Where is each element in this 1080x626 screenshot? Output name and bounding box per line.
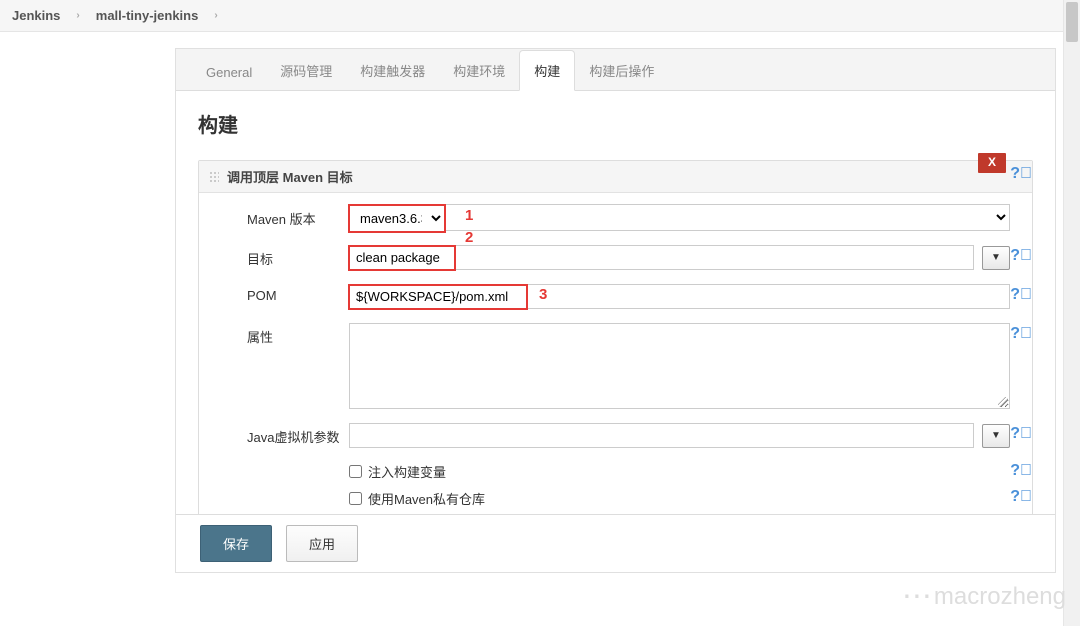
tab-scm[interactable]: 源码管理	[266, 51, 346, 90]
private-repo-input[interactable]	[349, 492, 362, 505]
help-icon[interactable]: ?⃝	[1010, 165, 1032, 183]
goals-label: 目标	[247, 245, 349, 268]
pom-input[interactable]	[349, 284, 1010, 309]
advanced-toggle-button[interactable]: ▼	[982, 246, 1010, 270]
properties-label: 属性	[247, 323, 349, 346]
watermark-text: macrozheng	[934, 583, 1066, 611]
jvm-options-label: Java虚拟机参数	[247, 423, 349, 446]
tab-bar: General 源码管理 构建触发器 构建环境 构建 构建后操作	[176, 49, 1055, 91]
step-title: 调用顶层 Maven 目标	[227, 167, 353, 186]
tab-general[interactable]: General	[192, 55, 266, 90]
annotation-1: 1	[465, 207, 473, 224]
maven-version-select[interactable]: maven3.6.3	[349, 205, 445, 232]
section-title: 构建	[198, 109, 1033, 138]
save-button[interactable]: 保存	[200, 525, 272, 562]
watermark: ⋯ macrozheng	[902, 579, 1066, 614]
help-icon[interactable]: ?⃝	[1010, 462, 1032, 480]
help-icon[interactable]: ?⃝	[1010, 425, 1032, 443]
help-icon[interactable]: ?⃝	[1010, 247, 1032, 265]
inject-build-vars-checkbox[interactable]: 注入构建变量	[349, 462, 1010, 481]
tab-triggers[interactable]: 构建触发器	[346, 51, 439, 90]
delete-step-button[interactable]: X	[978, 153, 1006, 173]
chevron-right-icon: ›	[214, 10, 217, 21]
advanced-toggle-button[interactable]: ▼	[982, 424, 1010, 448]
scrollbar-thumb[interactable]	[1066, 2, 1078, 42]
private-repo-checkbox[interactable]: 使用Maven私有仓库	[349, 489, 1010, 508]
config-panel: General 源码管理 构建触发器 构建环境 构建 构建后操作 构建 ?⃝ X…	[175, 48, 1056, 573]
annotation-3: 3	[539, 286, 547, 303]
tab-build-env[interactable]: 构建环境	[439, 51, 519, 90]
footer-bar: 保存 应用	[176, 514, 1055, 572]
tab-post-build[interactable]: 构建后操作	[575, 51, 668, 90]
help-icon[interactable]: ?⃝	[1010, 488, 1032, 506]
annotation-2: 2	[465, 229, 473, 246]
tab-build[interactable]: 构建	[519, 50, 575, 91]
drag-handle-icon[interactable]	[209, 171, 219, 183]
jvm-options-input[interactable]	[349, 423, 974, 448]
breadcrumb-project[interactable]: mall-tiny-jenkins	[96, 8, 199, 23]
goals-input[interactable]	[349, 245, 974, 270]
step-header[interactable]: 调用顶层 Maven 目标	[199, 161, 1032, 193]
inject-build-vars-label: 注入构建变量	[368, 462, 446, 481]
private-repo-label: 使用Maven私有仓库	[368, 489, 485, 508]
build-section: 构建 ?⃝ X 调用顶层 Maven 目标 Maven 版本 maven3.6.…	[176, 91, 1055, 531]
inject-build-vars-input[interactable]	[349, 465, 362, 478]
breadcrumb-root[interactable]: Jenkins	[12, 8, 60, 23]
breadcrumb: Jenkins › mall-tiny-jenkins ›	[0, 0, 1080, 32]
wechat-icon: ⋯	[902, 579, 926, 614]
help-icon[interactable]: ?⃝	[1010, 325, 1032, 343]
pom-label: POM	[247, 284, 349, 303]
maven-version-select-full[interactable]	[349, 205, 1010, 232]
properties-textarea[interactable]	[349, 323, 1010, 409]
scrollbar[interactable]: ▴	[1063, 0, 1080, 626]
apply-button[interactable]: 应用	[286, 525, 358, 562]
maven-build-step: ?⃝ X 调用顶层 Maven 目标 Maven 版本 maven3.6.3 1	[198, 160, 1033, 531]
chevron-right-icon: ›	[76, 10, 79, 21]
help-icon[interactable]: ?⃝	[1010, 286, 1032, 304]
maven-version-label: Maven 版本	[247, 205, 349, 228]
